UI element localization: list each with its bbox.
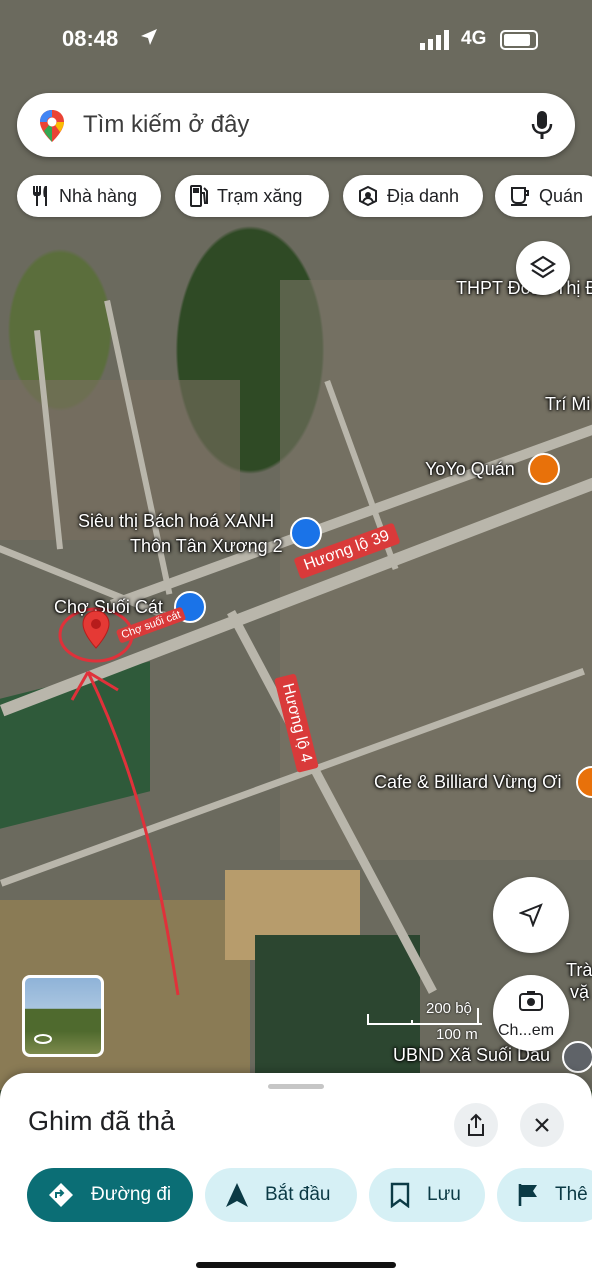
status-time: 08:48: [62, 26, 119, 51]
government-icon[interactable]: [562, 1041, 592, 1073]
layers-icon: [529, 255, 557, 279]
chip-landmark-label: Địa danh: [387, 185, 460, 206]
navigation-arrow-icon: [519, 903, 543, 927]
camera-lens-icon: [519, 991, 543, 1011]
search-placeholder[interactable]: Tìm kiếm ở đây: [83, 111, 249, 139]
save-button[interactable]: Lưu: [369, 1168, 485, 1222]
category-chips: Nhà hàng Trạm xăng Địa danh Quán: [17, 175, 592, 217]
flag-icon: [518, 1184, 537, 1206]
share-button[interactable]: [454, 1103, 498, 1147]
chip-coffee-label: Quán: [539, 185, 584, 206]
poi-label-cafe[interactable]: Cafe & Billiard Vừng Ơi: [374, 772, 562, 793]
chip-landmark[interactable]: Địa danh: [343, 175, 483, 217]
poi-label-tra[interactable]: Trà: [566, 960, 592, 981]
my-location-button[interactable]: [493, 877, 569, 953]
network-type: 4G: [461, 28, 487, 49]
start-button[interactable]: Bắt đầu: [205, 1168, 357, 1222]
sheet-title: Ghim đã thả: [28, 1106, 176, 1136]
close-icon: [535, 1118, 549, 1132]
chip-gas-station-label: Trạm xăng: [217, 185, 303, 206]
navigation-arrow-icon: [226, 1183, 248, 1207]
coffee-icon[interactable]: [528, 453, 560, 485]
bottom-sheet[interactable]: Ghim đã thả Đường đi Bắt đầu Lưu Thê: [0, 1073, 592, 1280]
street-view-thumbnail[interactable]: [22, 975, 104, 1057]
chip-restaurant-label: Nhà hàng: [59, 185, 138, 206]
status-bar: 08:48 4G: [0, 20, 592, 60]
search-bar[interactable]: Tìm kiếm ở đây: [17, 93, 575, 157]
chip-restaurant[interactable]: Nhà hàng: [17, 175, 161, 217]
bookmark-icon: [390, 1182, 410, 1208]
location-arrow-icon: [141, 29, 157, 45]
scale-feet: 200 bộ: [426, 1000, 472, 1017]
sheet-grab-handle[interactable]: [268, 1084, 324, 1089]
poi-label-vang[interactable]: vặ: [570, 982, 589, 1003]
coffee-icon: [511, 187, 529, 206]
directions-button[interactable]: Đường đi: [27, 1168, 193, 1222]
battery-icon: [500, 30, 538, 50]
scale-meters: 100 m: [436, 1026, 478, 1043]
layers-button[interactable]: [516, 241, 570, 295]
poi-label-bachhoa[interactable]: Siêu thị Bách hoá XANH: [78, 511, 274, 532]
directions-icon: [49, 1183, 73, 1207]
gas-station-icon: [190, 185, 208, 207]
restaurant-icon: [33, 186, 47, 206]
poi-label-bachhoa-2[interactable]: Thôn Tân Xương 2: [130, 536, 283, 557]
poi-label-yoyo[interactable]: YoYo Quán: [425, 459, 515, 480]
poi-label-tri[interactable]: Trí Mi: [545, 394, 590, 415]
start-label: Bắt đầu: [265, 1184, 331, 1205]
lens-label[interactable]: Ch...em: [498, 1022, 554, 1040]
landmark-icon: [359, 185, 377, 207]
more-button[interactable]: Thê: [497, 1168, 592, 1222]
share-icon: [468, 1113, 484, 1136]
home-indicator[interactable]: [196, 1262, 396, 1268]
map-scale: 200 bộ 100 m: [366, 1000, 486, 1043]
directions-label: Đường đi: [91, 1184, 172, 1205]
chip-gas-station[interactable]: Trạm xăng: [175, 175, 329, 217]
save-label: Lưu: [427, 1184, 461, 1205]
google-maps-pin-icon: [40, 110, 64, 142]
shopping-cart-icon[interactable]: [290, 517, 322, 549]
microphone-icon[interactable]: [531, 110, 553, 140]
dropped-pin-icon[interactable]: [82, 610, 110, 650]
close-button[interactable]: [520, 1103, 564, 1147]
chip-coffee[interactable]: Quán: [495, 175, 592, 217]
rotate-360-icon: [34, 1034, 52, 1044]
signal-icon: [420, 30, 449, 50]
more-label: Thê: [555, 1184, 588, 1205]
